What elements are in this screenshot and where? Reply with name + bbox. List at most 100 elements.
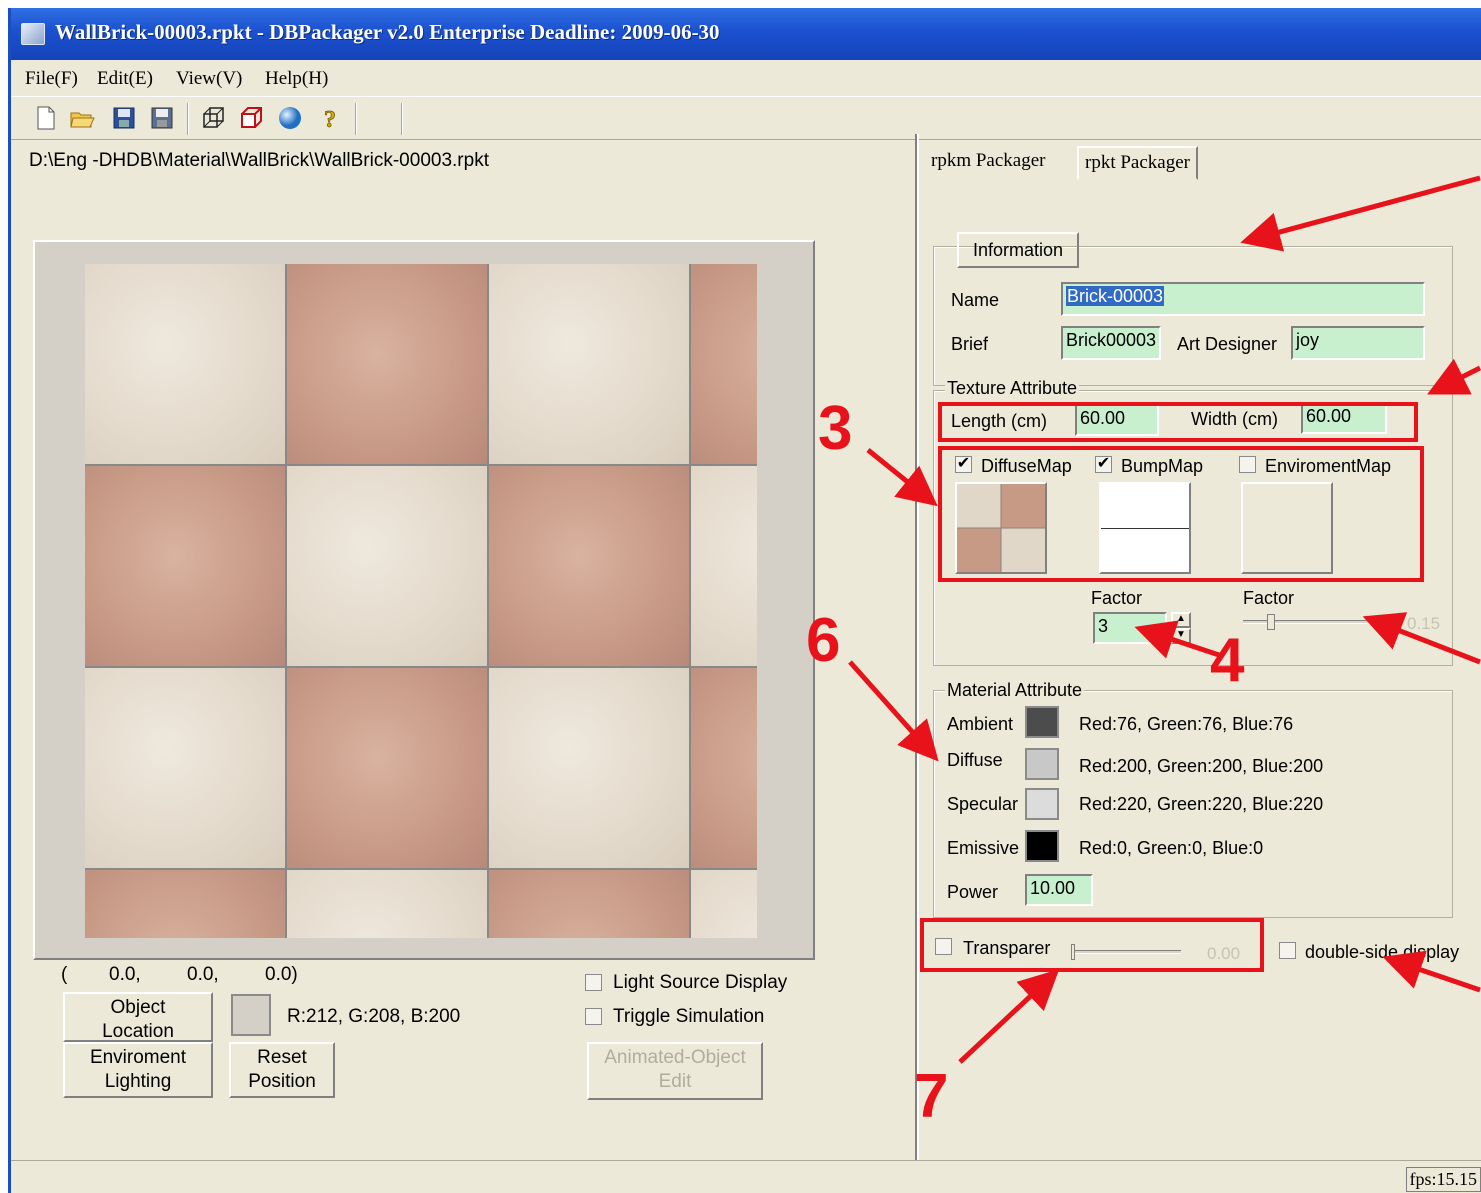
new-file-icon[interactable]	[33, 105, 59, 131]
tile	[287, 870, 487, 938]
information-tab[interactable]: Information	[957, 232, 1079, 268]
reset-position-line1: Reset	[257, 1047, 307, 1068]
specular-label: Specular	[947, 794, 1019, 814]
open-folder-icon[interactable]	[69, 105, 95, 131]
cube-icon[interactable]	[239, 105, 265, 131]
texture-preview-viewport[interactable]	[33, 240, 815, 960]
tile	[287, 264, 487, 464]
name-label: Name	[951, 290, 1000, 310]
tab-rpkt-packager[interactable]: rpkt Packager	[1077, 146, 1198, 180]
title-bar[interactable]: WallBrick-00003.rpkt - DBPackager v2.0 E…	[11, 8, 1481, 60]
annotation-box-size	[938, 402, 1418, 442]
art-designer-label: Art Designer	[1177, 334, 1278, 354]
name-input[interactable]: Brick-00003	[1061, 282, 1425, 316]
tile	[85, 668, 285, 868]
power-label: Power	[947, 882, 999, 902]
material-attribute-title: Material Attribute	[945, 680, 1085, 701]
bump-factor-label: Factor	[1091, 588, 1143, 608]
object-location-button[interactable]: Object Location	[63, 992, 213, 1042]
reset-position-button[interactable]: Reset Position	[229, 1042, 335, 1098]
emissive-color-swatch[interactable]	[1025, 830, 1059, 862]
ambient-color-swatch[interactable]	[1025, 706, 1059, 738]
animated-object-edit-button[interactable]: Animated-Object Edit	[587, 1042, 763, 1100]
emissive-label: Emissive	[947, 838, 1020, 858]
factor-spin-down-button[interactable]: ▼	[1171, 628, 1191, 644]
menu-edit[interactable]: Edit(E)	[97, 68, 153, 90]
menu-file[interactable]: File(F)	[25, 68, 78, 90]
fps-readout: fps:15.15	[1405, 1167, 1481, 1192]
wireframe-icon[interactable]	[201, 105, 227, 131]
texture-preview-tiles	[85, 264, 757, 938]
env-factor-label: Factor	[1243, 588, 1295, 608]
toolbar: ?	[11, 96, 1481, 140]
coord-x: 0.0,	[109, 964, 141, 985]
annotation-number-7: 7	[914, 1062, 949, 1131]
enviroment-lighting-button[interactable]: Enviroment Lighting	[63, 1042, 213, 1098]
brief-input[interactable]: Brick00003	[1061, 326, 1161, 360]
factor-spin-up-button[interactable]: ▲	[1171, 612, 1191, 628]
save-icon[interactable]	[111, 105, 137, 131]
tab-rpkm-packager[interactable]: rpkm Packager	[931, 150, 1045, 172]
tile	[85, 264, 285, 464]
double-side-checkbox[interactable]	[1279, 942, 1296, 959]
tile	[85, 466, 285, 666]
tile	[85, 870, 285, 938]
toolbar-separator	[401, 103, 403, 135]
sphere-icon[interactable]	[277, 105, 303, 131]
app-window: WallBrick-00003.rpkt - DBPackager v2.0 E…	[8, 8, 1481, 1193]
art-designer-input[interactable]: joy	[1291, 326, 1425, 360]
annotation-number-3: 3	[818, 394, 853, 463]
help-icon[interactable]: ?	[317, 105, 343, 134]
tile	[287, 668, 487, 868]
tile	[691, 870, 757, 938]
enviroment-lighting-line2: Lighting	[104, 1071, 172, 1092]
bump-factor-input[interactable]: 3	[1093, 612, 1167, 644]
ambient-values: Red:76, Green:76, Blue:76	[1079, 714, 1294, 734]
env-factor-slider-thumb[interactable]	[1267, 614, 1275, 630]
triggle-simulation-checkbox[interactable]	[585, 1008, 602, 1025]
annotation-box-maps	[938, 446, 1424, 582]
env-factor-value: 0.15	[1407, 614, 1441, 633]
reset-position-line2: Position	[248, 1071, 316, 1092]
name-value: Brick-00003	[1066, 286, 1165, 306]
background-color-swatch[interactable]	[231, 994, 271, 1036]
triggle-simulation-label: Triggle Simulation	[613, 1006, 765, 1027]
tile	[691, 466, 757, 666]
emissive-values: Red:0, Green:0, Blue:0	[1079, 838, 1264, 858]
panel-divider[interactable]	[915, 134, 919, 1164]
specular-values: Red:220, Green:220, Blue:220	[1079, 794, 1324, 814]
brief-label: Brief	[951, 334, 989, 354]
tile	[489, 264, 689, 464]
object-location-line2: Location	[102, 1021, 174, 1042]
power-input[interactable]: 10.00	[1025, 874, 1093, 906]
texture-attribute-title: Texture Attribute	[945, 378, 1080, 399]
menu-view[interactable]: View(V)	[176, 68, 242, 90]
double-side-label: double-side display	[1305, 942, 1460, 962]
annotation-number-4: 4	[1210, 626, 1245, 695]
diffuse-label: Diffuse	[947, 750, 1003, 770]
rgb-readout: R:212, G:208, B:200	[287, 1006, 461, 1027]
menu-bar: File(F) Edit(E) View(V) Help(H)	[11, 60, 1481, 96]
enviroment-lighting-line1: Enviroment	[89, 1047, 187, 1068]
svg-text:?: ?	[324, 107, 336, 131]
animated-object-line2: Edit	[658, 1071, 692, 1092]
light-source-checkbox[interactable]	[585, 974, 602, 991]
status-bar: fps:15.15	[11, 1160, 1481, 1193]
menu-help[interactable]: Help(H)	[265, 68, 328, 90]
coord-y: 0.0,	[187, 964, 219, 985]
annotation-number-6: 6	[806, 606, 841, 675]
file-path: D:\Eng -DHDB\Material\WallBrick\WallBric…	[29, 150, 489, 171]
diffuse-values: Red:200, Green:200, Blue:200	[1079, 756, 1324, 776]
tile	[691, 668, 757, 868]
diffuse-color-swatch[interactable]	[1025, 748, 1059, 780]
light-source-label: Light Source Display	[613, 972, 788, 993]
toolbar-separator	[187, 103, 189, 135]
specular-color-swatch[interactable]	[1025, 788, 1059, 820]
animated-object-line1: Animated-Object	[604, 1047, 746, 1068]
save-as-icon[interactable]	[149, 105, 175, 131]
window-title: WallBrick-00003.rpkt - DBPackager v2.0 E…	[55, 20, 720, 44]
object-location-line1: Object	[110, 997, 166, 1018]
coord-z: 0.0)	[265, 964, 298, 985]
coord-open: (	[61, 964, 68, 985]
annotation-box-transparent	[920, 918, 1264, 972]
